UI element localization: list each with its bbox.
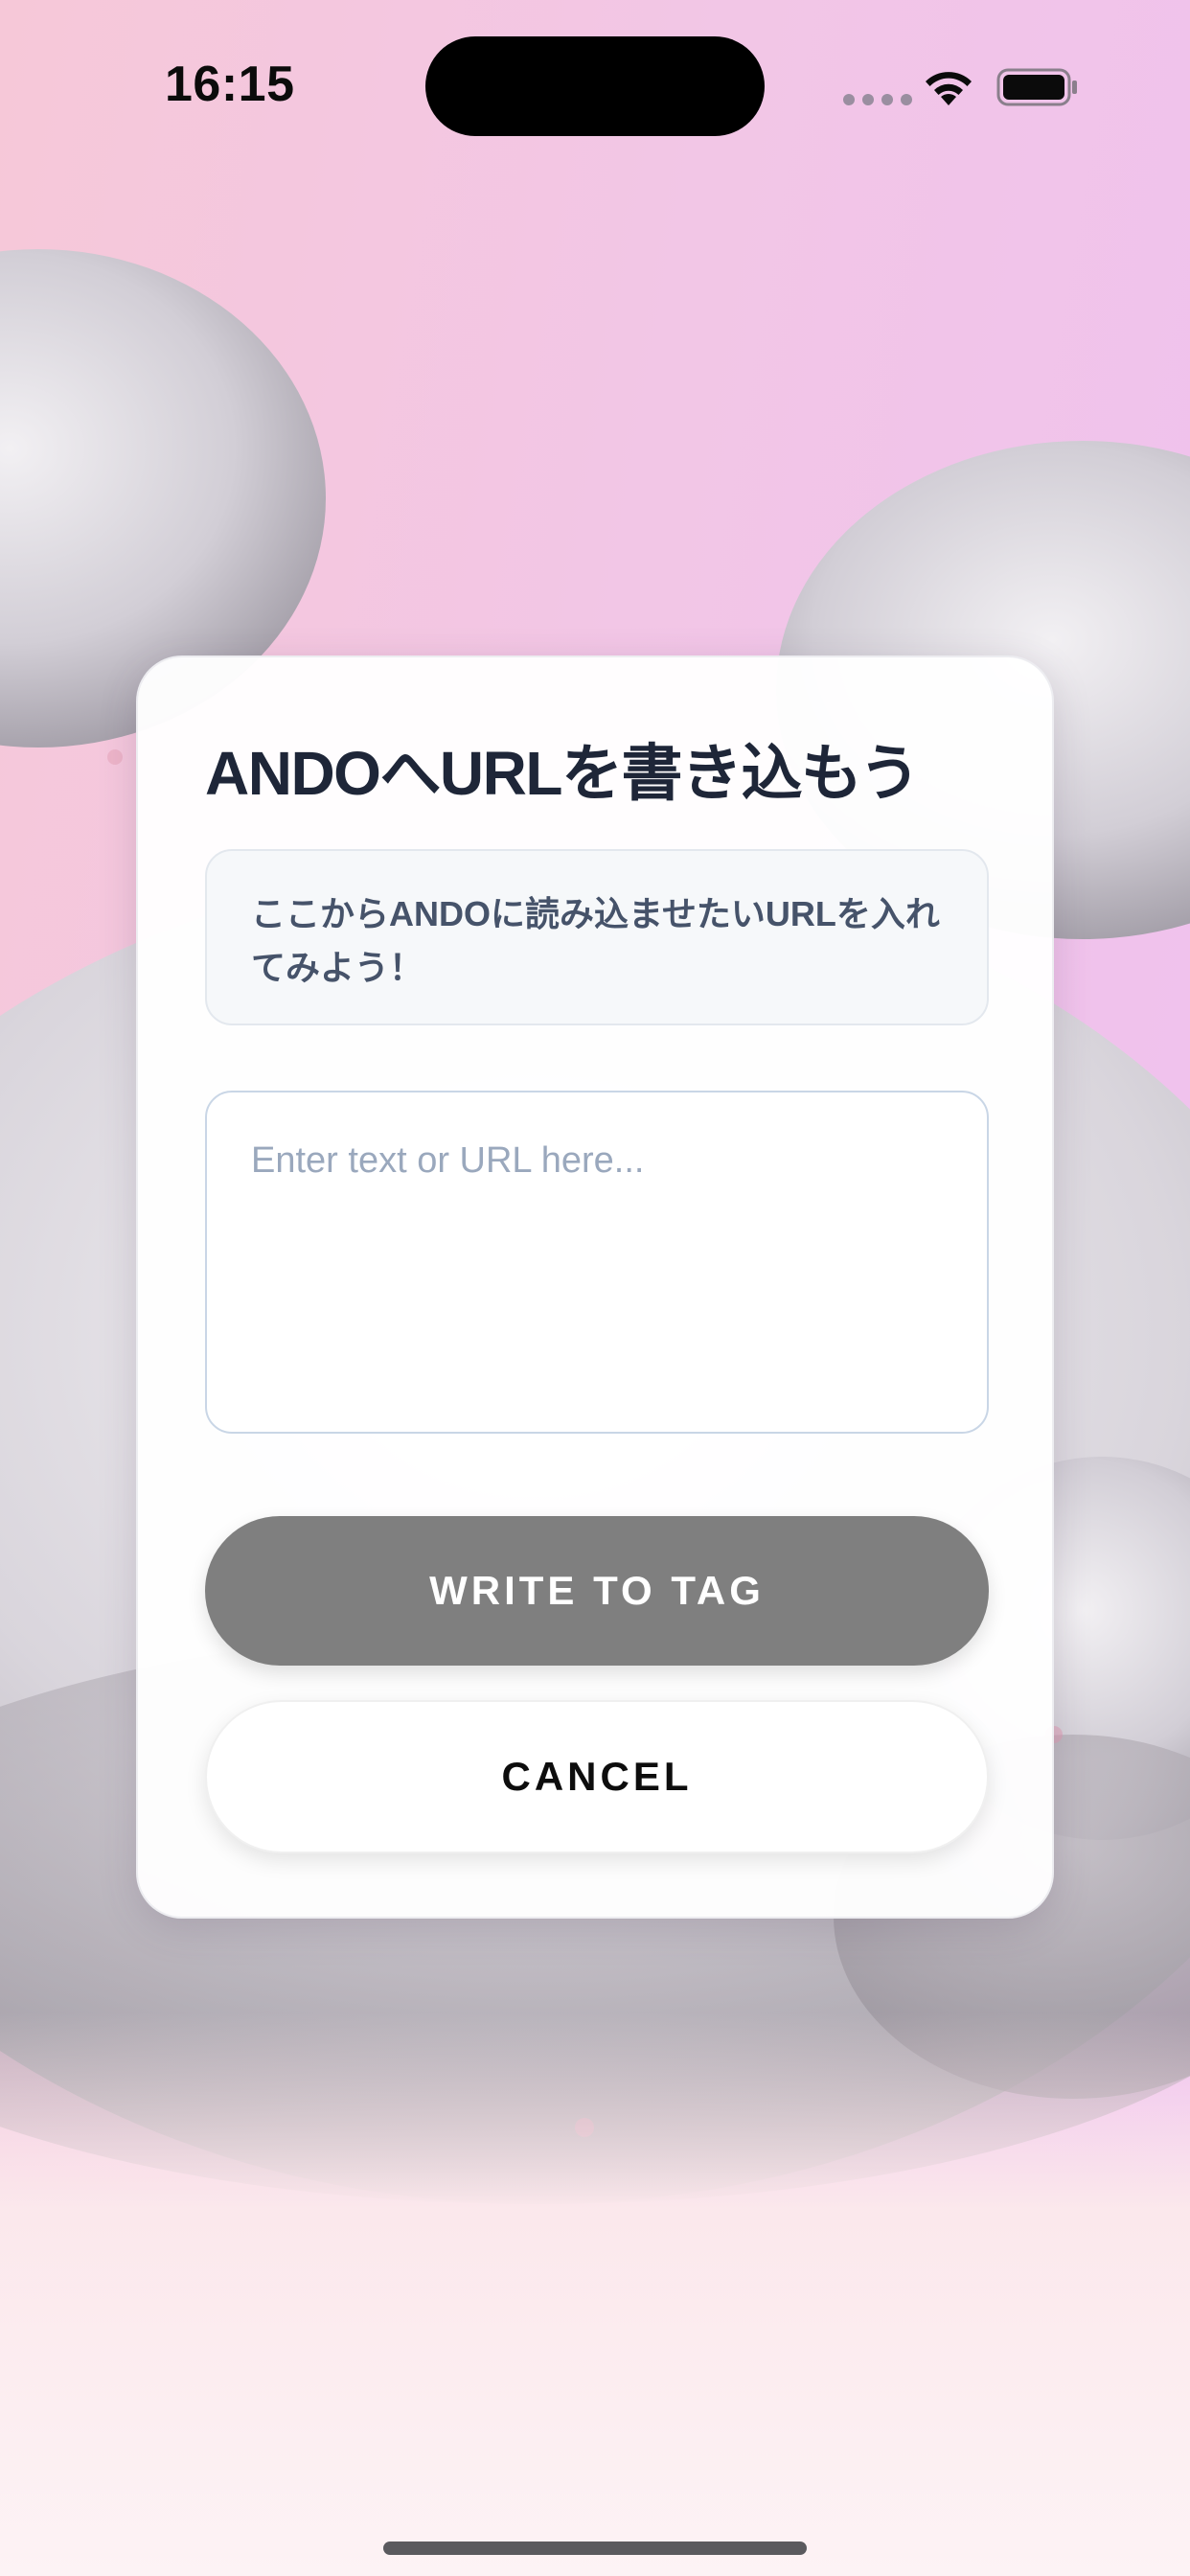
info-message-box: ここからANDOに読み込ませたいURLを入れてみよう！ — [205, 849, 989, 1025]
status-bar-time: 16:15 — [165, 57, 295, 112]
wifi-icon — [926, 72, 972, 105]
cancel-button[interactable]: CANCEL — [205, 1700, 989, 1853]
bottom-background-fade — [0, 2012, 1190, 2576]
dialog-title: ANDOへURLを書き込もう — [205, 739, 921, 808]
write-to-tag-button[interactable]: WRITE TO TAG — [205, 1516, 989, 1666]
signal-dots-icon — [843, 94, 912, 105]
write-url-dialog: ANDOへURLを書き込もう ここからANDOに読み込ませたいURLを入れてみよ… — [136, 656, 1054, 1919]
dynamic-island — [425, 36, 765, 136]
screen: 16:15 ANDOへURLを書き込もう ここからANDOに読み込ませたいURL… — [0, 0, 1190, 2576]
battery-icon — [996, 68, 1077, 106]
info-message-text: ここからANDOに読み込ませたいURLを入れてみよう！ — [251, 894, 940, 987]
url-text-input[interactable] — [205, 1091, 989, 1434]
home-indicator[interactable] — [383, 2542, 807, 2555]
